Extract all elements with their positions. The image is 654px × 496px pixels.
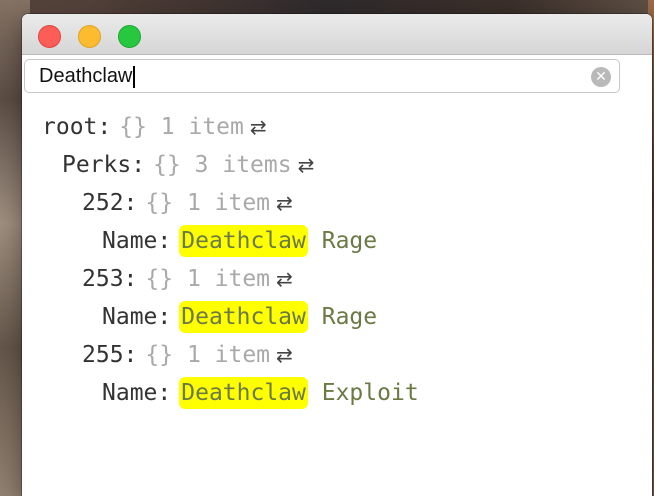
tree-colon: : [123,190,138,216]
swap-arrows-icon[interactable]: ⇄ [276,267,293,291]
tree-key: Name [102,380,158,406]
tree-row-entry[interactable]: 253: {} 1 item ⇄ [82,262,293,296]
tree-colon: : [157,380,172,406]
tree-row-perks[interactable]: Perks: {} 3 items ⇄ [62,148,314,182]
tree-colon: : [157,304,172,330]
tree-key: root [42,114,98,140]
search-match-highlight: Deathclaw [179,225,308,257]
tree-row-name[interactable]: Name: Deathclaw Exploit [102,376,419,410]
swap-arrows-icon[interactable]: ⇄ [250,115,267,139]
tree-meta: {} 1 item [119,114,244,140]
tree-colon: : [131,152,146,178]
minimize-window-button[interactable] [78,25,101,48]
search-input[interactable]: Deathclaw [39,60,136,92]
tree-colon: : [97,114,112,140]
tree-value: Exploit [321,380,419,406]
tree-row-name[interactable]: Name: Deathclaw Rage [102,224,377,258]
text-caret [133,65,136,88]
tree-key: 255 [82,342,124,368]
close-window-button[interactable] [38,25,61,48]
tree-value: Rage [321,228,378,254]
swap-arrows-icon[interactable]: ⇄ [298,153,315,177]
search-match-highlight: Deathclaw [179,377,308,409]
tree-colon: : [123,266,138,292]
tree-key: Name [102,304,158,330]
tree-meta: {} 1 item [145,190,271,216]
search-match-highlight: Deathclaw [179,301,308,333]
tree-meta: {} 1 item [145,342,271,368]
swap-arrows-icon[interactable]: ⇄ [276,343,293,367]
search-input-value: Deathclaw [39,65,133,87]
app-window: Deathclaw ✕ root:{} 1 item ⇄ Perks:{} 3 i… [22,14,652,496]
tree-colon: : [157,228,172,254]
tree-row-entry[interactable]: 252: {} 1 item ⇄ [82,186,293,220]
tree-meta: {} 3 items [153,152,292,178]
swap-arrows-icon[interactable]: ⇄ [276,191,293,215]
tree-meta: {} 1 item [145,266,271,292]
tree-colon: : [123,342,138,368]
tree-key: Perks [62,152,132,178]
tree-row-name[interactable]: Name: Deathclaw Rage [102,300,377,334]
tree-key: Name [102,228,158,254]
tree-row-entry[interactable]: 255: {} 1 item ⇄ [82,338,293,372]
tree-row-root[interactable]: root: {} 1 item ⇄ [42,110,267,144]
tree-key: 253 [82,266,124,292]
tree-key: 252 [82,190,124,216]
tree-value: Rage [321,304,378,330]
zoom-window-button[interactable] [118,25,141,48]
search-field[interactable]: Deathclaw ✕ [24,59,620,93]
clear-search-icon[interactable]: ✕ [591,67,611,87]
title-bar[interactable] [22,14,652,55]
